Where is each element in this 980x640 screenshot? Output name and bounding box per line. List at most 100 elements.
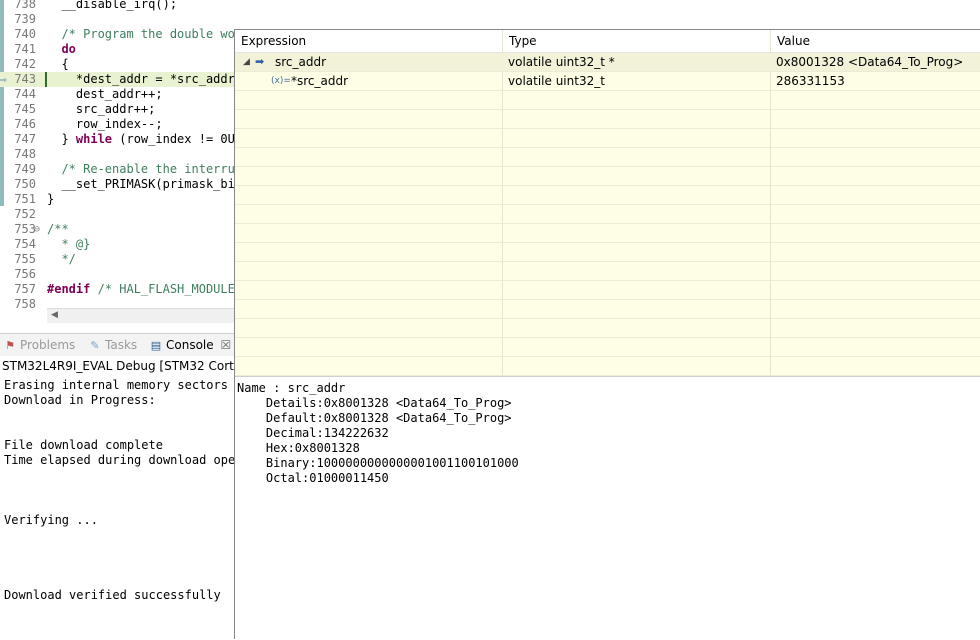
line-code: /** (47, 222, 69, 236)
keyword: #endif (47, 282, 91, 296)
console-line: Erasing internal memory sectors [ (4, 378, 236, 392)
detail-line: Hex:0x8001328 (237, 441, 360, 455)
line-number: 756 (14, 267, 36, 281)
keyword: while (75, 132, 113, 146)
line-number: 751 (14, 192, 36, 206)
console-line: Download verified successfully (4, 588, 221, 602)
line-code: *dest_addr = *src_addr; (45, 72, 243, 87)
line-code: } while (row_index != 0U) (47, 132, 242, 147)
row-divider (235, 280, 980, 281)
scroll-left-icon[interactable]: ◀ (51, 310, 58, 320)
line-code: } (47, 192, 55, 206)
problems-icon: ⚑ (5, 339, 15, 352)
line-code: src_addr++; (47, 102, 156, 116)
code-line[interactable]: 738 __disable_irq(); (0, 0, 980, 12)
column-header-value[interactable]: Value (771, 30, 980, 53)
tab-tasks-label: Tasks (105, 338, 138, 352)
tab-problems[interactable]: ⚑ Problems (3, 337, 75, 353)
variable-icon: (x)= (271, 76, 291, 86)
line-code: __set_PRIMASK(primask_bit (47, 177, 243, 191)
console-icon: ▤ (150, 339, 162, 352)
line-number: 745 (14, 102, 36, 116)
row-divider (235, 204, 980, 205)
detail-line: Decimal:134222632 (237, 426, 389, 440)
row-expression: src_addr (275, 55, 327, 69)
console-title: STM32L4R9I_EVAL Debug [STM32 Cortex (2, 359, 249, 373)
code-line[interactable]: 739 (0, 12, 980, 27)
row-divider (235, 166, 980, 167)
row-divider (235, 337, 980, 338)
tab-console-label: Console (166, 338, 214, 352)
console-line: Time elapsed during download oper (4, 453, 236, 467)
detail-line: Binary:1000000000000001001100101000 (237, 456, 519, 470)
row-divider (235, 318, 980, 319)
detail-line: Octal:01000011450 (237, 471, 389, 485)
row-divider (235, 223, 980, 224)
line-number: 743 (14, 72, 36, 86)
line-code: dest_addr++; (47, 87, 163, 101)
row-type: volatile uint32_t * (508, 55, 615, 69)
column-divider (770, 30, 771, 376)
line-number: 747 (14, 132, 36, 146)
detail-line: Details:0x8001328 <Data64_To_Prog> (237, 396, 512, 410)
row-expression: *src_addr (291, 74, 349, 88)
column-header-type[interactable]: Type (503, 30, 771, 53)
line-number: 740 (14, 27, 36, 41)
line-code: * @} (47, 237, 91, 251)
line-number: 748 (14, 147, 36, 161)
row-divider (235, 185, 980, 186)
row-divider (235, 261, 980, 262)
detail-name: Name : src_addr (237, 381, 346, 395)
line-number: 739 (14, 12, 36, 26)
row-divider (235, 128, 980, 129)
line-code: __disable_irq(); (47, 0, 178, 11)
tab-problems-label: Problems (20, 338, 76, 352)
line-number: 742 (14, 57, 36, 71)
row-type: volatile uint32_t (508, 74, 605, 88)
column-divider (502, 30, 503, 376)
expression-hover-popup[interactable]: Expression Type Value ◢ ➡ src_addr volat… (234, 29, 980, 640)
current-line[interactable]: 743 ⇨ *dest_addr = *src_addr; (0, 72, 242, 87)
line-code: /* Program the double wor (47, 27, 243, 41)
row-value: 0x8001328 <Data64_To_Prog> (776, 55, 964, 69)
tasks-icon: ✎ (90, 339, 100, 352)
fold-toggle-icon[interactable]: ⊖ (34, 222, 40, 237)
line-number: 750 (14, 177, 36, 191)
row-divider (235, 299, 980, 300)
line-number: 758 (14, 297, 36, 311)
row-value: 286331153 (776, 74, 845, 88)
instruction-pointer-icon: ⇨ (0, 73, 7, 86)
code-text: (row_index != 0U) (112, 132, 243, 146)
tab-console[interactable]: ▤ Console ☒ (149, 337, 231, 353)
console-line: Verifying ... (4, 513, 98, 527)
close-icon[interactable]: ☒ (220, 338, 231, 352)
line-number: 753 (14, 222, 36, 236)
line-code: { (47, 57, 69, 71)
expand-toggle-icon[interactable]: ◢ (243, 53, 250, 71)
line-number: 757 (14, 282, 36, 296)
detail-line: Default:0x8001328 <Data64_To_Prog> (237, 411, 512, 425)
line-number: 749 (14, 162, 36, 176)
line-number: 754 (14, 237, 36, 251)
line-number: 738 (14, 0, 36, 11)
code-text: /* HAL_FLASH_MODULE_ (90, 282, 243, 296)
line-code: #endif /* HAL_FLASH_MODULE_ (47, 282, 242, 297)
expression-details-pane: Name : src_addr Details:0x8001328 <Data6… (235, 376, 980, 640)
console-line: Download in Progress: (4, 393, 156, 407)
editor-horizontal-scrollbar[interactable]: ◀ (47, 308, 237, 323)
line-code: */ (47, 252, 76, 266)
line-code: /* Re-enable the interrup (47, 162, 243, 176)
row-divider (235, 147, 980, 148)
row-divider (235, 242, 980, 243)
pointer-arrow-icon: ➡ (255, 55, 265, 68)
code-text: } (47, 132, 76, 146)
row-divider (235, 90, 980, 91)
views-tab-bar: ⚑ Problems ✎ Tasks ▤ Console ☒ (0, 333, 236, 356)
row-divider (235, 356, 980, 357)
console-line: File download complete (4, 438, 163, 452)
tab-tasks[interactable]: ✎ Tasks (88, 337, 137, 353)
line-number: 741 (14, 42, 36, 56)
column-header-expression[interactable]: Expression (235, 30, 503, 53)
expression-table: Expression Type Value ◢ ➡ src_addr volat… (235, 30, 980, 376)
line-number: 746 (14, 117, 36, 131)
